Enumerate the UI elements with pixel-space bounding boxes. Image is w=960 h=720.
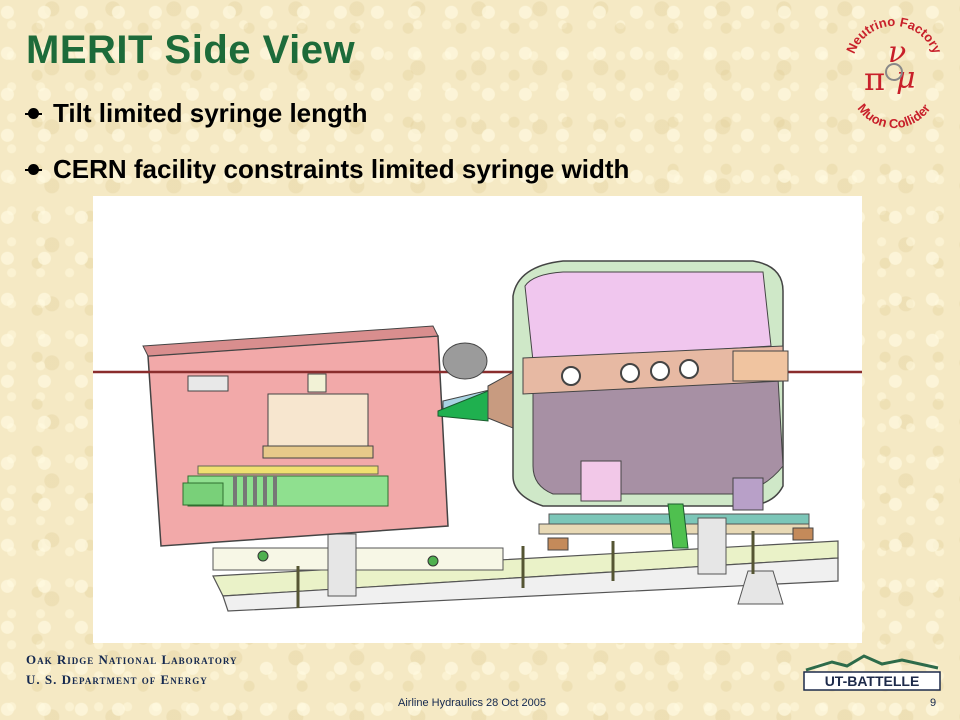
mountain-icon (805, 654, 939, 672)
partner-logo-text: UT-BATTELLE (825, 673, 920, 689)
bullet-text: Tilt limited syringe length (53, 98, 368, 128)
bullet-icon (25, 164, 42, 175)
cad-side-view-drawing (93, 196, 862, 643)
footer-text: Airline Hydraulics 28 Oct 2005 (398, 697, 546, 709)
organization-line-2: U. S. Department of Energy (26, 672, 208, 687)
slide-title: MERIT Side View (26, 28, 356, 72)
page-number: 9 (930, 697, 937, 709)
logo-arc-bottom-text: Muon Collider (855, 101, 933, 131)
bullet-item: CERN facility constraints limited syring… (25, 154, 630, 185)
solenoid-magnet (512, 260, 789, 511)
bullet-item: Tilt limited syringe length (25, 98, 368, 129)
hydraulic-enclosure (142, 325, 449, 547)
cad-drawing-svg (93, 260, 862, 612)
support-bracket (667, 503, 689, 549)
logo-pi-symbol: π (864, 60, 885, 98)
bullet-text: CERN facility constraints limited syring… (53, 154, 630, 184)
neutrino-factory-logo: Neutrino Factory Muon Collider ν π μ (843, 14, 945, 131)
ut-battelle-logo: UT-BATTELLE (803, 654, 941, 691)
organization-name: Oak Ridge National Laboratory U. S. Depa… (26, 650, 238, 690)
bullet-icon (25, 108, 42, 119)
organization-line-1: Oak Ridge National Laboratory (26, 652, 238, 667)
